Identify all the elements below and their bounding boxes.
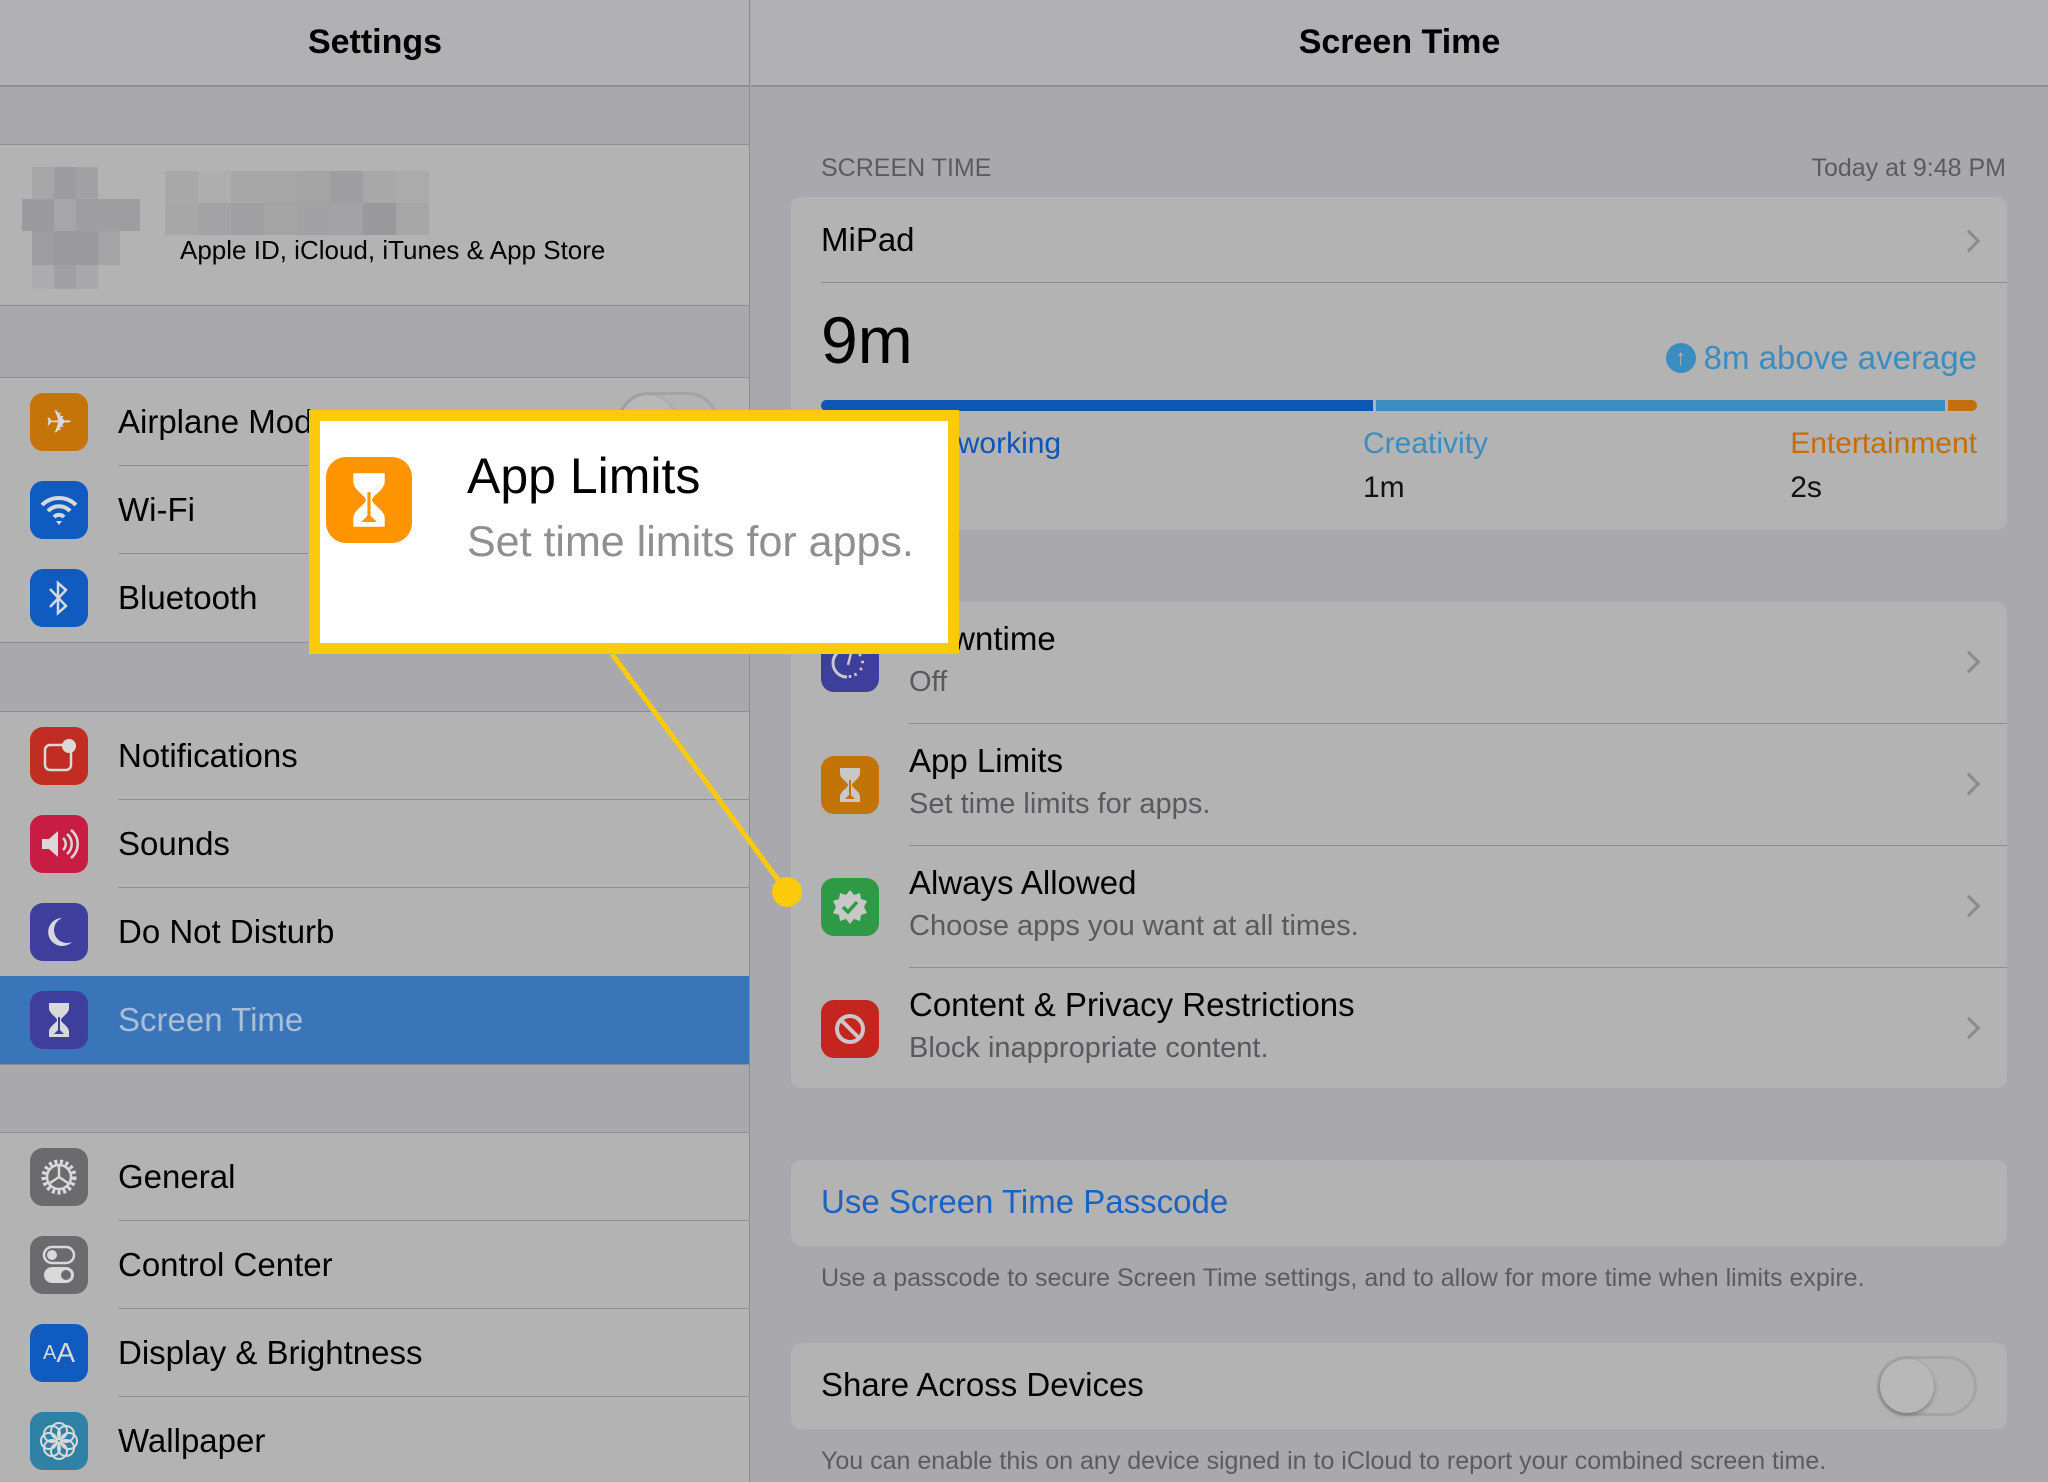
settings-sidebar: Settings Apple ID, iCloud, iTunes & App … [0,0,750,1482]
sidebar-item-wallpaper[interactable]: Wallpaper [0,1397,749,1482]
content-privacy-row[interactable]: Content & Privacy Restrictions Block ina… [791,968,2007,1088]
category-creativity: Creativity 1m [1363,427,1488,505]
sidebar-item-label: Screen Time [118,1001,304,1038]
passcode-card: Use Screen Time Passcode [791,1160,2007,1246]
usage-bar [821,400,1977,411]
apple-id-subtitle: Apple ID, iCloud, iTunes & App Store [180,235,606,265]
sidebar-item-label: Do Not Disturb [118,913,335,950]
account-name-redacted [165,171,429,235]
flower-icon [30,1412,88,1470]
sidebar-item-screen-time[interactable]: Screen Time [0,976,749,1064]
detail-navbar: Screen Time [751,0,2048,87]
share-card: Share Across Devices [791,1343,2007,1429]
notifications-icon [30,727,88,785]
category-entertainment: Entertainment 2s [1790,427,1977,505]
sidebar-item-label: Wallpaper [118,1422,266,1459]
share-across-devices-toggle[interactable] [1877,1356,1977,1416]
passcode-footer: Use a passcode to secure Screen Time set… [821,1264,1865,1292]
device-name: MiPad [821,221,915,258]
hourglass-icon [821,756,879,814]
apple-id-cell[interactable]: Apple ID, iCloud, iTunes & App Store [0,144,749,306]
controls-card: Downtime Off App Limits Set time limits … [791,602,2007,1088]
checkmark-badge-icon [821,878,879,936]
sidebar-item-label: Control Center [118,1246,333,1283]
hourglass-icon [326,457,412,543]
sidebar-item-label: Airplane Mode [118,403,331,440]
app-limits-callout: App Limits Set time limits for apps. [309,410,959,654]
category-value: 1m [1363,471,1405,504]
sidebar-item-label: Bluetooth [118,579,258,616]
row-title: Content & Privacy Restrictions [909,986,1355,1023]
use-passcode-link[interactable]: Use Screen Time Passcode [821,1183,1228,1221]
device-row[interactable]: MiPad [821,197,2007,283]
wifi-icon [30,481,88,539]
alerts-group: Notifications Sounds Do Not Disturb Scre… [0,711,749,1065]
sidebar-item-label: Sounds [118,825,230,862]
system-group: General Control Center AA Display & Brig… [0,1132,749,1482]
avatar [22,167,140,289]
callout-title: App Limits [467,448,701,504]
callout-subtitle: Set time limits for apps. [467,518,914,566]
sidebar-item-sounds[interactable]: Sounds [0,800,749,888]
downtime-row[interactable]: Downtime Off [791,602,2007,724]
sidebar-item-display-brightness[interactable]: AA Display & Brightness [0,1309,749,1397]
sidebar-title: Settings [307,23,443,61]
chevron-right-icon [1957,1016,1981,1040]
chevron-right-icon [1957,650,1981,674]
chevron-right-icon [1957,772,1981,796]
sidebar-item-label: Notifications [118,737,298,774]
arrow-up-circle-icon: ↑ [1665,343,1696,373]
app-limits-row[interactable]: App Limits Set time limits for apps. [791,724,2007,846]
last-updated-timestamp: Today at 9:48 PM [1811,154,2006,182]
row-subtitle: Off [909,666,948,698]
sidebar-item-label: Wi-Fi [118,491,195,528]
text-size-icon: AA [30,1324,88,1382]
sidebar-navbar: Settings [0,0,749,87]
switches-icon [30,1236,88,1294]
average-delta: 8m above average [1703,339,1977,376]
row-subtitle: Block inappropriate content. [909,1032,1269,1064]
always-allowed-row[interactable]: Always Allowed Choose apps you want at a… [791,846,2007,968]
screen-time-detail: Screen Time SCREEN TIME Today at 9:48 PM… [751,0,2048,1482]
usage-segment-creativity [1376,400,1946,411]
restricted-icon [821,1000,879,1058]
sidebar-item-label: Display & Brightness [118,1334,423,1371]
usage-card: MiPad 9m ↑ 8m above average Social Netwo… [791,197,2007,530]
row-subtitle: Choose apps you want at all times. [909,910,1359,942]
category-label: Entertainment [1790,427,1977,460]
bluetooth-icon [30,569,88,627]
category-value: 2s [1790,471,1822,504]
share-footer: You can enable this on any device signed… [821,1447,1827,1475]
moon-icon [30,903,88,961]
category-label: Creativity [1363,427,1489,460]
detail-title: Screen Time [1298,23,1501,61]
row-title: Always Allowed [909,864,1137,901]
hourglass-icon [30,991,88,1049]
row-subtitle: Set time limits for apps. [909,788,1211,820]
chevron-right-icon [1957,229,1981,253]
total-screen-time: 9m [821,303,913,377]
speaker-icon [30,815,88,873]
average-comparison: ↑ 8m above average [1665,339,1977,377]
share-across-devices-label: Share Across Devices [821,1366,1144,1403]
usage-segment-entertainment [1948,400,1977,411]
sidebar-item-label: General [118,1158,236,1195]
sidebar-item-notifications[interactable]: Notifications [0,712,749,800]
airplane-icon: ✈ [30,393,88,451]
sidebar-item-do-not-disturb[interactable]: Do Not Disturb [0,888,749,976]
row-title: App Limits [909,742,1064,779]
gear-icon [30,1148,88,1206]
sidebar-item-control-center[interactable]: Control Center [0,1221,749,1309]
chevron-right-icon [1957,894,1981,918]
sidebar-item-general[interactable]: General [0,1133,749,1221]
section-header: SCREEN TIME [821,154,992,182]
